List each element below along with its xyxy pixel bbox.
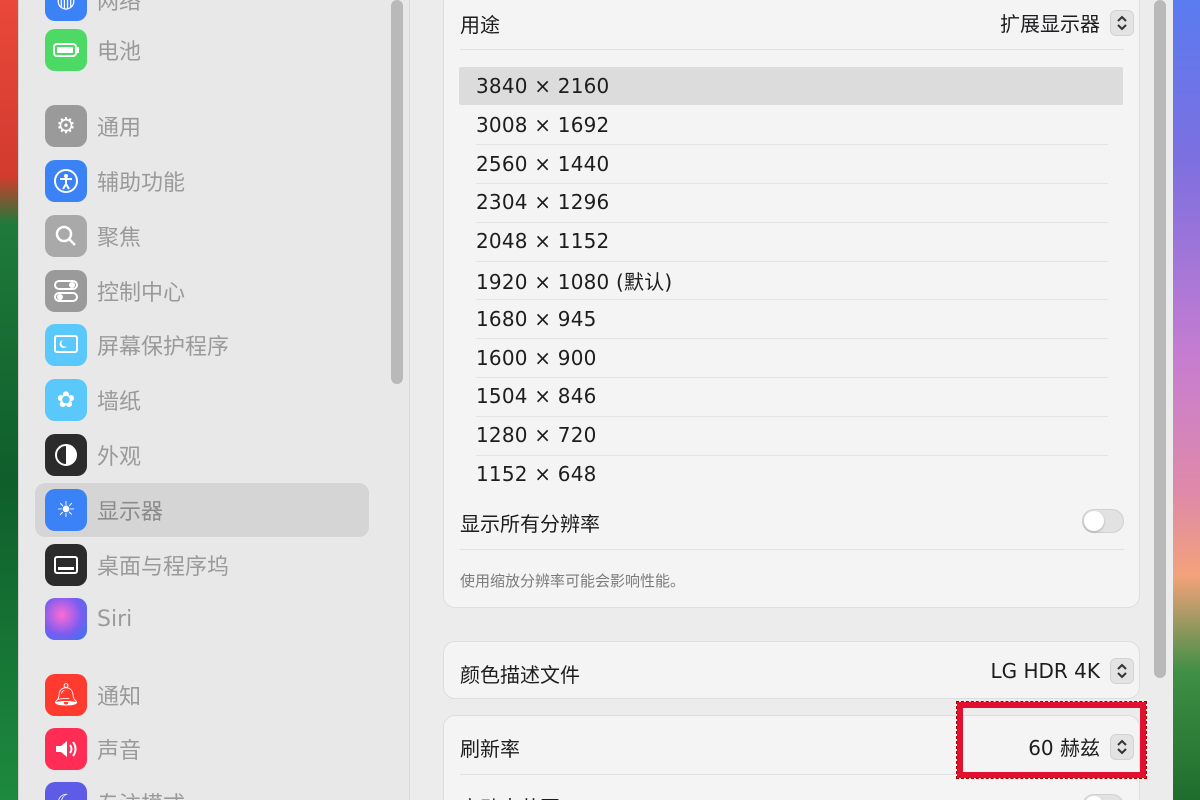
toggle-knob [1084,796,1104,800]
show-all-resolutions-label: 显示所有分辨率 [460,512,600,536]
magnifier-icon [45,215,87,257]
displays-panel: 用途 扩展显示器 3840 × 2160 3008 × 1692 2560 × 14… [410,0,1173,800]
sidebar-item-label: 聚焦 [97,226,142,251]
sidebar-item-spotlight[interactable]: 聚焦 [35,209,369,263]
sidebar-item-label: 辅助功能 [97,171,186,196]
sidebar-item-accessibility[interactable]: 辅助功能 [35,154,369,208]
refresh-rate-highlight-box [956,701,1147,779]
resolution-separator [476,182,1108,184]
resolution-option[interactable]: 1152 × 648 [459,455,1123,493]
sidebar-item-appearance[interactable]: 外观 [35,428,369,482]
content-scrollbar[interactable] [1154,0,1166,678]
resolution-card: 用途 扩展显示器 3840 × 2160 3008 × 1692 2560 × 14… [443,0,1140,608]
refresh-rate-label: 刷新率 [460,737,520,761]
sidebar-item-label: 电池 [97,40,142,65]
resolution-option[interactable]: 2560 × 1440 [459,145,1123,183]
chevron-updown-icon [1110,658,1134,684]
resolution-separator [476,221,1108,223]
sidebar-item-focus[interactable]: ☾ 专注模式 [35,776,369,800]
appearance-icon [45,434,87,476]
performance-note: 使用缩放分辨率可能会影响性能。 [460,572,686,590]
sidebar-item-screensaver[interactable]: 屏幕保护程序 [35,318,369,372]
sidebar-item-control-center[interactable]: 控制中心 [35,264,369,318]
resolution-option[interactable]: 1920 × 1080 (默认) [459,261,1123,299]
resolution-option[interactable]: 1504 × 846 [459,377,1123,415]
sidebar-item-label: 外观 [97,445,142,470]
row-divider [460,549,1124,550]
usage-value: 扩展显示器 [1000,12,1100,36]
resolution-separator [476,415,1108,417]
hdr-label: 高动态范围 [460,792,560,800]
sidebar-item-battery[interactable]: 电池 [35,23,369,77]
color-profile-popup[interactable]: LG HDR 4K [990,658,1134,684]
flower-icon: ✿ [45,379,87,421]
color-profile-value: LG HDR 4K [990,659,1100,683]
siri-icon [45,598,87,640]
hdr-toggle[interactable] [1082,794,1124,800]
sidebar-item-displays[interactable]: ☀ 显示器 [35,483,369,537]
resolution-option[interactable]: 1600 × 900 [459,339,1123,377]
resolution-option[interactable]: 2304 × 1296 [459,183,1123,221]
sidebar: ◍ 网络 电池 ⚙ 通用 辅助功能 聚焦 控制中心 屏幕保护程序 ✿ 墙纸 外观… [19,0,409,800]
sidebar-item-notifications[interactable]: 🔔︎ 通知 [35,668,369,722]
sidebar-item-label: 通用 [97,116,142,141]
sidebar-item-wallpaper[interactable]: ✿ 墙纸 [35,373,369,427]
sidebar-item-desktop-dock[interactable]: 桌面与程序坞 [35,538,369,592]
usage-popup[interactable]: 扩展显示器 [1000,8,1134,37]
sidebar-item-siri[interactable]: Siri [35,592,369,646]
dock-icon [45,544,87,586]
sidebar-item-general[interactable]: ⚙ 通用 [35,99,369,153]
color-profile-card: 颜色描述文件 LG HDR 4K [443,641,1140,699]
resolution-separator [476,260,1108,262]
desktop-wallpaper-right [1170,0,1200,800]
moon-icon: ☾ [45,782,87,800]
sun-icon: ☀ [45,489,87,531]
resolution-option[interactable]: 1280 × 720 [459,416,1123,454]
sidebar-item-label: 桌面与程序坞 [97,555,230,580]
accessibility-icon [45,160,87,202]
chevron-updown-icon [1110,9,1134,36]
sidebar-item-label: 通知 [97,685,142,710]
gear-icon: ⚙ [45,105,87,147]
battery-icon [45,29,87,71]
resolution-separator [476,338,1108,340]
sidebar-item-label: 声音 [97,739,142,764]
sidebar-item-label: 显示器 [97,500,164,525]
toggle-knob [1084,511,1104,531]
globe-icon: ◍ [45,0,87,21]
resolution-separator [476,299,1108,301]
bell-icon: 🔔︎ [45,674,87,716]
resolution-option[interactable]: 1680 × 945 [459,300,1123,338]
usage-label: 用途 [460,13,500,37]
resolution-option[interactable]: 2048 × 1152 [459,222,1123,260]
resolution-separator [476,376,1108,378]
sidebar-item-sound[interactable]: 声音 [35,722,369,776]
row-divider [460,49,1124,50]
sidebar-item-label: 控制中心 [97,281,186,306]
resolution-separator [476,454,1108,456]
toggles-icon [45,270,87,312]
sidebar-item-label: 墙纸 [97,390,142,415]
sidebar-item-label: 专注模式 [97,787,185,800]
sidebar-item-label: Siri [97,606,133,632]
speaker-icon [45,728,87,770]
color-profile-label: 颜色描述文件 [460,663,580,687]
sidebar-item-label: 网络 [97,0,142,15]
system-settings-window: ◍ 网络 电池 ⚙ 通用 辅助功能 聚焦 控制中心 屏幕保护程序 ✿ 墙纸 外观… [18,0,1173,800]
resolution-option[interactable]: 3840 × 2160 [459,67,1123,105]
sidebar-item-label: 屏幕保护程序 [97,335,230,360]
sidebar-scrollbar[interactable] [391,0,403,384]
screensaver-icon [45,324,87,366]
resolution-option[interactable]: 3008 × 1692 [459,106,1123,144]
resolution-separator [476,144,1108,146]
show-all-resolutions-toggle[interactable] [1082,509,1124,533]
